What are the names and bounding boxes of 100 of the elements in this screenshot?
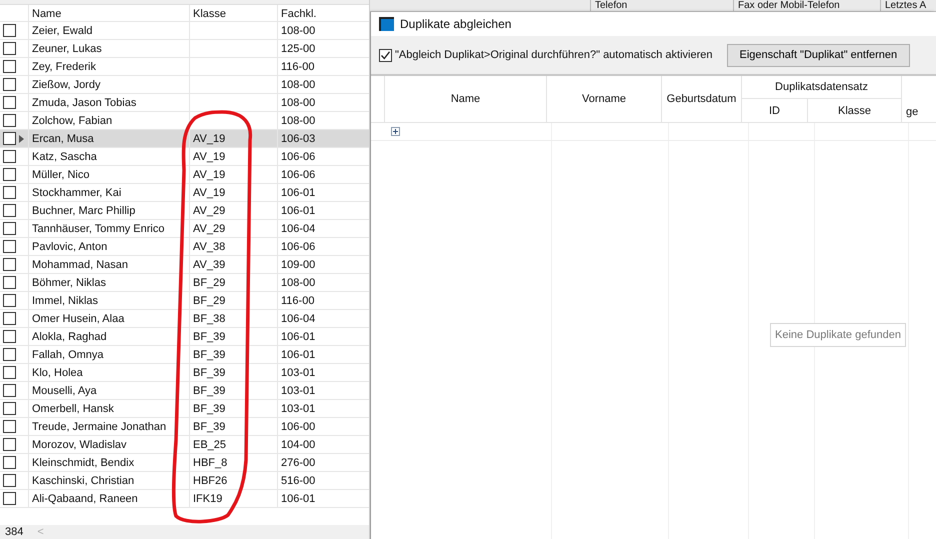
- table-row[interactable]: Pavlovic, Anton AV_38 106-06: [0, 238, 369, 256]
- checkbox[interactable]: [3, 276, 16, 289]
- checkbox[interactable]: [3, 456, 16, 469]
- checkbox[interactable]: [3, 150, 16, 163]
- column-header[interactable]: Name: [385, 76, 547, 123]
- checkbox[interactable]: [3, 384, 16, 397]
- table-row[interactable]: Zmuda, Jason Tobias 108-00: [0, 94, 369, 112]
- checkbox[interactable]: [3, 294, 16, 307]
- column-header[interactable]: Klasse: [190, 5, 278, 21]
- table-row[interactable]: Ali-Qabaand, Raneen IFK19 106-01: [0, 490, 369, 508]
- table-cell: Pavlovic, Anton: [32, 240, 108, 252]
- record-count: 384: [5, 526, 24, 538]
- checkbox[interactable]: [3, 78, 16, 91]
- table-row[interactable]: Morozov, Wladislav EB_25 104-00: [0, 436, 369, 454]
- table-row[interactable]: Immel, Niklas BF_29 116-00: [0, 292, 369, 310]
- column-header[interactable]: Klasse: [808, 99, 902, 123]
- table-row[interactable]: Ercan, Musa AV_19 106-03: [0, 130, 369, 148]
- table-cell: Kaschinski, Christian: [32, 474, 134, 486]
- table-cell: BF_29: [193, 276, 226, 288]
- checkbox[interactable]: [3, 474, 16, 487]
- checkbox[interactable]: [3, 402, 16, 415]
- checkbox[interactable]: [3, 96, 16, 109]
- table-cell: Fallah, Omnya: [32, 348, 104, 360]
- table-cell: 106-04: [281, 312, 316, 324]
- window-title: Duplikate abgleichen: [400, 17, 512, 31]
- column-header[interactable]: Fax oder Mobil-Telefon: [733, 0, 880, 11]
- table-cell: 104-00: [281, 438, 316, 450]
- checkbox[interactable]: [3, 168, 16, 181]
- table-row[interactable]: Alokla, Raghad BF_39 106-01: [0, 328, 369, 346]
- table-row[interactable]: Zießow, Jordy 108-00: [0, 76, 369, 94]
- table-row[interactable]: Tannhäuser, Tommy Enrico AV_29 106-04: [0, 220, 369, 238]
- checkbox[interactable]: [3, 366, 16, 379]
- column-header[interactable]: Fachkl.: [278, 5, 369, 21]
- checkbox[interactable]: [3, 438, 16, 451]
- table-row[interactable]: Müller, Nico AV_19 106-06: [0, 166, 369, 184]
- checkbox[interactable]: [3, 330, 16, 343]
- table-cell: HBF26: [193, 474, 228, 486]
- checkbox[interactable]: [3, 222, 16, 235]
- table-row[interactable]: Zeier, Ewald 108-00: [0, 22, 369, 40]
- table-cell: 108-00: [281, 96, 316, 108]
- table-cell: BF_38: [193, 312, 226, 324]
- checkbox[interactable]: [3, 420, 16, 433]
- remove-duplicate-button[interactable]: Eigenschaft "Duplikat" entfernen: [726, 44, 910, 66]
- checkbox[interactable]: [3, 240, 16, 253]
- column-header[interactable]: Letztes A: [880, 0, 926, 11]
- checkbox[interactable]: [3, 114, 16, 127]
- checkbox[interactable]: [3, 258, 16, 271]
- table-row[interactable]: Kleinschmidt, Bendix HBF_8 276-00: [0, 454, 369, 472]
- table-row[interactable]: Mohammad, Nasan AV_39 109-00: [0, 256, 369, 274]
- table-cell: Ali-Qabaand, Raneen: [32, 492, 138, 504]
- table-cell: BF_39: [193, 330, 226, 342]
- table-cell: 106-06: [281, 168, 316, 180]
- column-header[interactable]: ID: [742, 99, 808, 123]
- checkbox[interactable]: [3, 312, 16, 325]
- table-row[interactable]: Stockhammer, Kai AV_19 106-01: [0, 184, 369, 202]
- table-cell: BF_39: [193, 366, 226, 378]
- table-cell: Buchner, Marc Phillip: [32, 204, 136, 216]
- column-header[interactable]: Vorname: [547, 76, 662, 123]
- table-cell: AV_38: [193, 240, 226, 252]
- checkbox[interactable]: [3, 204, 16, 217]
- checkbox[interactable]: [3, 492, 16, 505]
- checkbox[interactable]: [379, 48, 392, 62]
- table-row[interactable]: Omer Husein, Alaa BF_38 106-04: [0, 310, 369, 328]
- table-row[interactable]: Zeuner, Lukas 125-00: [0, 40, 369, 58]
- table-row[interactable]: Kaschinski, Christian HBF26 516-00: [0, 472, 369, 490]
- table-cell: 106-01: [281, 204, 316, 216]
- table-row[interactable]: Buchner, Marc Phillip AV_29 106-01: [0, 202, 369, 220]
- table-cell: Morozov, Wladislav: [32, 438, 127, 450]
- table-row[interactable]: Zey, Frederik 116-00: [0, 58, 369, 76]
- table-row[interactable]: Böhmer, Niklas BF_29 108-00: [0, 274, 369, 292]
- table-cell: BF_29: [193, 294, 226, 306]
- table-cell: Alokla, Raghad: [32, 330, 107, 342]
- checkbox[interactable]: [3, 132, 16, 145]
- table-cell: EB_25: [193, 438, 226, 450]
- column-header[interactable]: Telefon: [590, 0, 733, 11]
- expand-icon[interactable]: [391, 127, 400, 136]
- checkbox[interactable]: [3, 60, 16, 73]
- table-row[interactable]: Klo, Holea BF_39 103-01: [0, 364, 369, 382]
- table-cell: 276-00: [281, 456, 316, 468]
- table-cell: IFK19: [193, 492, 222, 504]
- table-cell: Immel, Niklas: [32, 294, 98, 306]
- checkbox[interactable]: [3, 348, 16, 361]
- checkbox-label: "Abgleich Duplikat>Original durchführen?" automatisch aktivieren: [395, 49, 713, 61]
- column-header[interactable]: Geburtsdatum: [662, 76, 742, 123]
- table-row[interactable]: Treude, Jermaine Jonathan BF_39 106-00: [0, 418, 369, 436]
- table-cell: 108-00: [281, 78, 316, 90]
- table-cell: BF_39: [193, 384, 226, 396]
- checkbox[interactable]: [3, 42, 16, 55]
- table-row[interactable]: Mouselli, Aya BF_39 103-01: [0, 382, 369, 400]
- table-row[interactable]: Omerbell, Hansk BF_39 103-01: [0, 400, 369, 418]
- table-cell: 106-03: [281, 132, 316, 144]
- column-header[interactable]: Name: [29, 5, 190, 21]
- checkbox[interactable]: [3, 24, 16, 37]
- table-row[interactable]: Fallah, Omnya BF_39 106-01: [0, 346, 369, 364]
- table-cell: 116-00: [281, 60, 314, 72]
- column-header[interactable]: ge: [902, 76, 936, 123]
- table-row[interactable]: Katz, Sascha AV_19 106-06: [0, 148, 369, 166]
- table-cell: 106-04: [281, 222, 316, 234]
- checkbox[interactable]: [3, 186, 16, 199]
- table-cell: Kleinschmidt, Bendix: [32, 456, 134, 468]
